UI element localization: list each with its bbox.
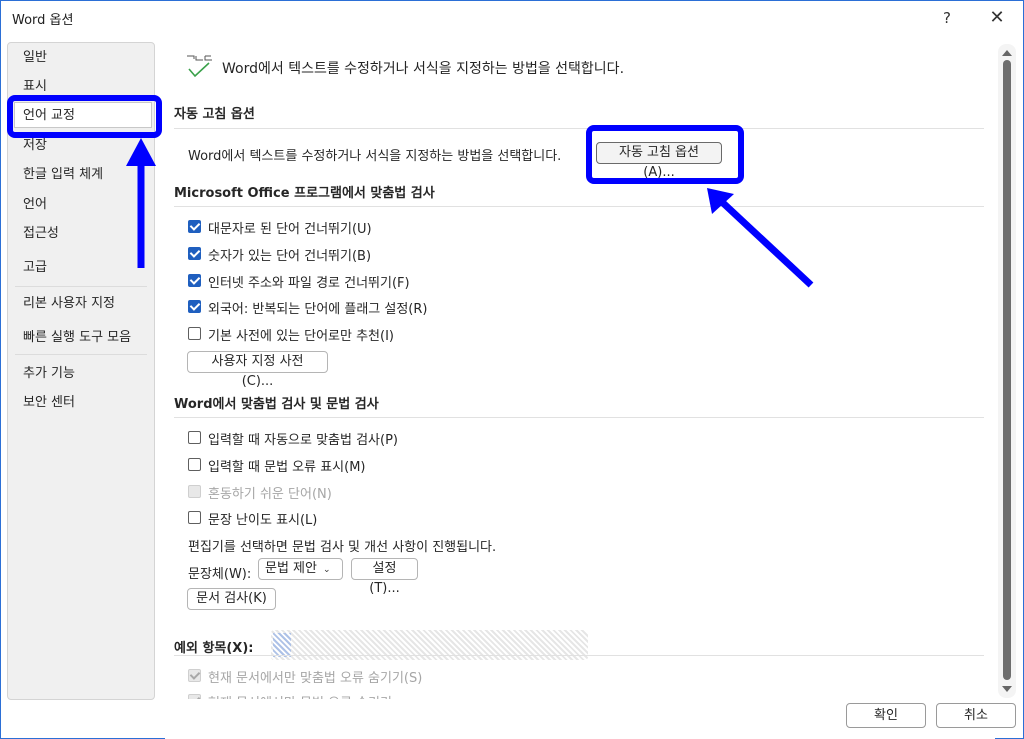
sidebar-item-save[interactable]: 저장 <box>8 133 154 159</box>
sidebar-item-proofing[interactable]: 언어 교정 <box>14 102 152 128</box>
checkbox-unchecked-icon <box>188 327 201 340</box>
sidebar-item-quick-access-toolbar[interactable]: 빠른 실행 도구 모음 <box>8 325 154 351</box>
sidebar-item-general[interactable]: 일반 <box>8 45 154 71</box>
checkbox-unchecked-icon <box>188 431 201 444</box>
sidebar-item-display[interactable]: 표시 <box>8 74 154 100</box>
section-divider <box>174 206 984 207</box>
checkbox-checked-icon <box>188 300 201 313</box>
writing-style-label: 문장체(W): <box>188 567 252 582</box>
grammar-settings-button[interactable]: 설정(T)... <box>351 558 418 596</box>
sidebar-item-accessibility[interactable]: 접근성 <box>8 221 154 247</box>
autocorrect-description: Word에서 텍스트를 수정하거나 서식을 지정하는 방법을 선택합니다. <box>188 149 562 164</box>
chevron-down-icon: ⌄ <box>322 565 331 575</box>
section-divider <box>174 417 984 418</box>
checkbox-disabled-icon <box>188 485 201 498</box>
ok-button[interactable]: 확인 <box>846 703 926 728</box>
custom-dictionaries-button[interactable]: 사용자 지정 사전(C)... <box>187 351 328 389</box>
sidebar-divider <box>15 354 147 355</box>
check-document-button[interactable]: 문서 검사(K) <box>187 588 276 610</box>
proofing-check-icon <box>187 55 212 78</box>
sidebar-item-add-ins[interactable]: 추가 기능 <box>8 361 154 387</box>
close-icon: ✕ <box>989 7 1005 28</box>
editor-note: 편집기를 선택하면 문법 검사 및 개선 사항이 진행됩니다. <box>188 540 497 555</box>
sidebar-item-hangul-input[interactable]: 한글 입력 체계 <box>8 162 154 188</box>
section-divider <box>174 655 984 656</box>
intro-text: Word에서 텍스트를 수정하거나 서식을 지정하는 방법을 선택합니다. <box>222 61 625 77</box>
checkbox-unchecked-icon <box>188 511 201 524</box>
scroll-down-arrow-icon[interactable] <box>1002 686 1012 692</box>
office-spelling-heading: Microsoft Office 프로그램에서 맞춤법 검사 <box>174 186 435 201</box>
autocorrect-heading: 자동 고침 옵션 <box>174 107 255 122</box>
checkbox-checked-icon <box>188 247 201 260</box>
vertical-scrollbar[interactable] <box>998 44 1016 698</box>
sidebar-nav: 일반 표시 언어 교정 저장 한글 입력 체계 언어 접근성 고급 리본 사용자… <box>7 42 155 700</box>
checkbox-checked-icon <box>188 274 201 287</box>
cancel-button[interactable]: 취소 <box>936 703 1016 728</box>
checkbox-disabled-checked-icon <box>188 669 201 682</box>
document-icon <box>273 633 291 657</box>
sidebar-item-trust-center[interactable]: 보안 센터 <box>8 390 154 416</box>
section-divider <box>174 128 984 129</box>
dialog-title: Word 옵션 <box>12 13 74 28</box>
sidebar-item-language[interactable]: 언어 <box>8 192 154 218</box>
close-button[interactable]: ✕ <box>985 6 1009 30</box>
help-button[interactable]: ? <box>935 6 959 30</box>
checkbox-unchecked-icon <box>188 458 201 471</box>
word-spelling-heading: Word에서 맞춤법 검사 및 문법 검사 <box>174 397 379 412</box>
autocorrect-options-button[interactable]: 자동 고침 옵션(A)... <box>596 142 722 180</box>
sidebar-item-advanced[interactable]: 고급 <box>8 255 154 281</box>
scrollbar-thumb[interactable] <box>1003 60 1011 680</box>
sidebar-divider <box>15 286 147 287</box>
exceptions-heading: 예외 항목(X): <box>174 641 254 656</box>
scroll-up-arrow-icon[interactable] <box>1002 50 1012 56</box>
checkbox-checked-icon <box>188 220 201 233</box>
sidebar-item-customize-ribbon[interactable]: 리본 사용자 지정 <box>8 291 154 317</box>
writing-style-select[interactable]: 문법 제안 ⌄ <box>258 558 343 580</box>
